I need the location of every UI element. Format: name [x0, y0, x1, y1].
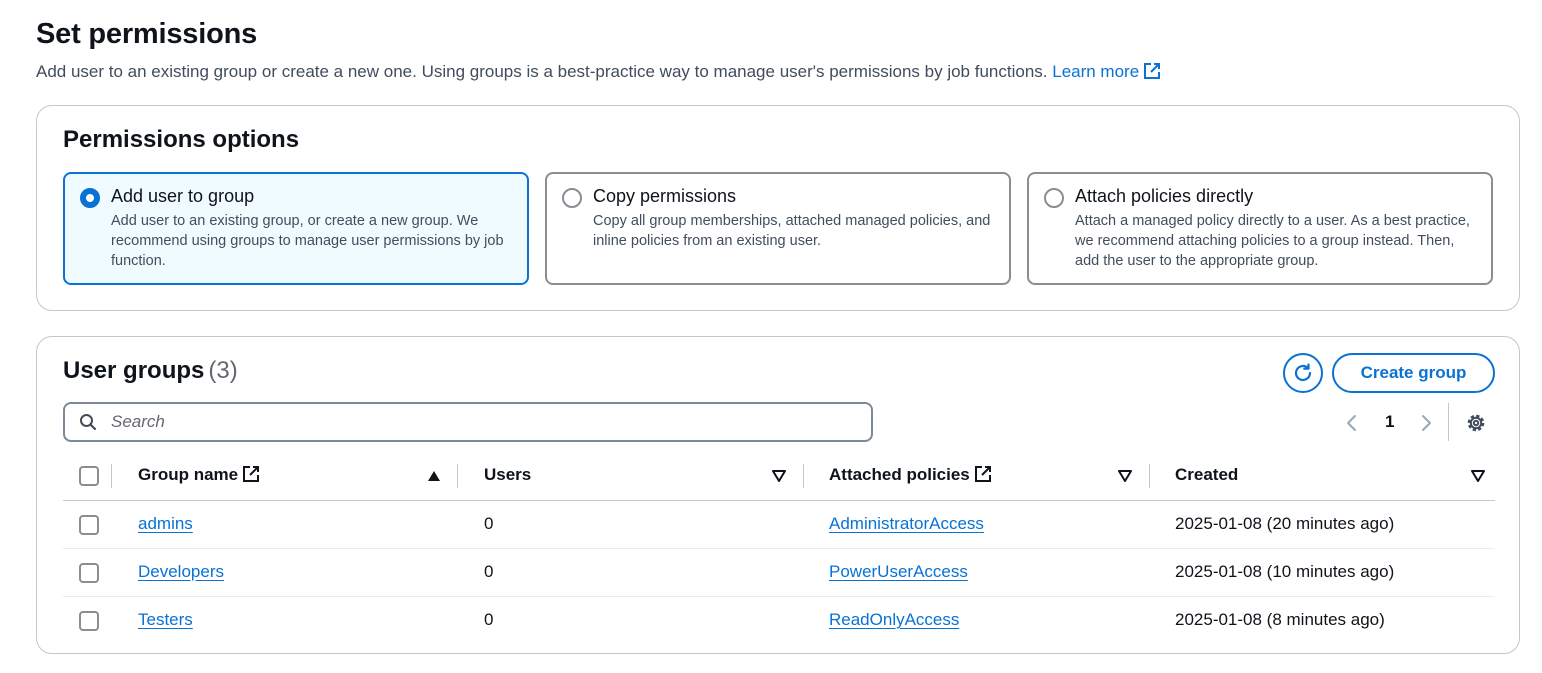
sort-descending-icon[interactable] — [1471, 470, 1485, 482]
user-groups-title: User groups (3) — [63, 357, 238, 385]
learn-more-label: Learn more — [1052, 62, 1140, 81]
column-divider — [803, 464, 804, 488]
users-count: 0 — [484, 562, 494, 581]
table-row: Testers 0 ReadOnlyAccess 2025-01-08 (8 m… — [63, 597, 1495, 645]
column-divider — [1149, 464, 1150, 488]
column-header-created[interactable]: Created — [1175, 465, 1238, 485]
created-date: 2025-01-08 (20 minutes ago) — [1175, 514, 1395, 533]
page-title: Set permissions — [36, 18, 258, 50]
row-checkbox[interactable] — [79, 611, 99, 631]
column-divider — [457, 464, 458, 488]
column-header-group-name[interactable]: Group name — [138, 465, 260, 485]
create-group-button[interactable]: Create group — [1332, 353, 1495, 393]
sort-ascending-icon[interactable] — [427, 470, 441, 482]
chevron-right-icon[interactable] — [1419, 413, 1433, 433]
page-number[interactable]: 1 — [1385, 412, 1394, 432]
page-description: Add user to an existing group or create … — [36, 62, 1161, 82]
group-name-link[interactable]: Developers — [138, 562, 224, 582]
column-divider — [111, 464, 112, 488]
chevron-left-icon[interactable] — [1345, 413, 1359, 433]
search-box — [63, 402, 873, 442]
radio-attach-policies-directly[interactable] — [1044, 188, 1064, 208]
option-attach-policies-directly[interactable]: Attach policies directly Attach a manage… — [1027, 172, 1493, 285]
refresh-icon — [1294, 363, 1312, 382]
table-row: admins 0 AdministratorAccess 2025-01-08 … — [63, 501, 1495, 549]
policy-link[interactable]: PowerUserAccess — [829, 562, 968, 582]
column-header-label: Attached policies — [829, 465, 970, 484]
search-input[interactable] — [109, 406, 849, 438]
policy-link[interactable]: ReadOnlyAccess — [829, 610, 959, 630]
radio-add-user-to-group[interactable] — [80, 188, 100, 208]
column-header-attached-policies[interactable]: Attached policies — [829, 465, 992, 485]
row-checkbox[interactable] — [79, 563, 99, 583]
select-all-checkbox[interactable] — [79, 466, 99, 486]
row-checkbox[interactable] — [79, 515, 99, 535]
pager-divider — [1448, 403, 1449, 441]
user-groups-title-text: User groups — [63, 357, 205, 384]
users-count: 0 — [484, 610, 494, 629]
option-description: Attach a managed policy directly to a us… — [1075, 213, 1470, 269]
search-icon — [80, 414, 97, 431]
group-name-link[interactable]: Testers — [138, 610, 193, 630]
user-groups-table: Group name Users Attached policies Creat… — [63, 452, 1495, 645]
page-description-text: Add user to an existing group or create … — [36, 62, 1048, 81]
group-name-link[interactable]: admins — [138, 514, 193, 534]
radio-copy-permissions[interactable] — [562, 188, 582, 208]
table-row: Developers 0 PowerUserAccess 2025-01-08 … — [63, 549, 1495, 597]
sort-descending-icon[interactable] — [1118, 470, 1132, 482]
external-link-icon — [1144, 63, 1161, 79]
option-label: Attach policies directly — [1075, 186, 1254, 206]
users-count: 0 — [484, 514, 494, 533]
settings-icon[interactable] — [1465, 412, 1487, 434]
created-date: 2025-01-08 (10 minutes ago) — [1175, 562, 1395, 581]
set-permissions-page: Set permissions Add user to an existing … — [0, 0, 1542, 673]
option-add-user-to-group[interactable]: Add user to group Add user to an existin… — [63, 172, 529, 285]
permissions-options-container: Permissions options Add user to group Ad… — [36, 105, 1520, 311]
permissions-options-title: Permissions options — [63, 126, 300, 153]
external-link-icon — [243, 466, 260, 482]
option-description: Add user to an existing group, or create… — [111, 213, 504, 269]
option-description: Copy all group memberships, attached man… — [593, 213, 991, 249]
option-copy-permissions[interactable]: Copy permissions Copy all group membersh… — [545, 172, 1011, 285]
created-date: 2025-01-08 (8 minutes ago) — [1175, 610, 1385, 629]
column-header-label: Group name — [138, 465, 239, 484]
external-link-icon — [974, 466, 991, 482]
refresh-button[interactable] — [1283, 353, 1323, 393]
user-groups-container: User groups(3) Create group 1 — [36, 336, 1520, 654]
option-label: Copy permissions — [593, 186, 737, 206]
sort-descending-icon[interactable] — [772, 470, 786, 482]
table-header: Group name Users Attached policies Creat… — [63, 452, 1495, 501]
option-label: Add user to group — [111, 186, 255, 206]
column-header-users[interactable]: Users — [484, 465, 531, 485]
policy-link[interactable]: AdministratorAccess — [829, 514, 984, 534]
learn-more-link[interactable]: Learn more — [1052, 62, 1161, 81]
user-groups-count: (3) — [208, 357, 238, 384]
